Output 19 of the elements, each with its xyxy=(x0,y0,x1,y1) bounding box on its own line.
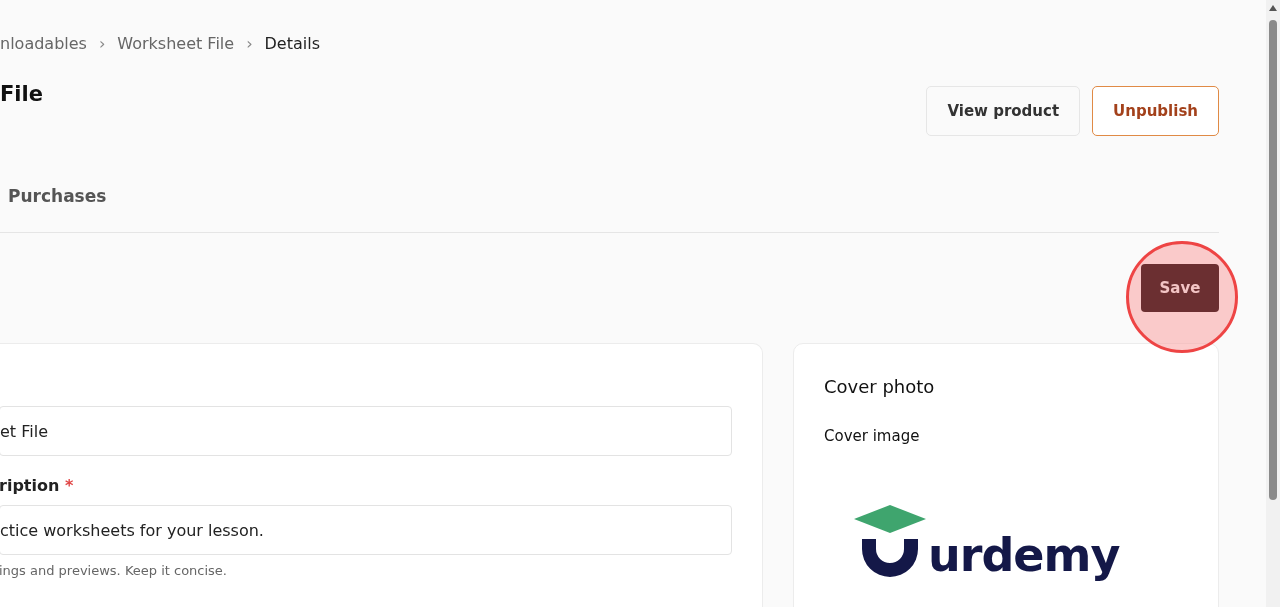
unpublish-button[interactable]: Unpublish xyxy=(1092,86,1219,136)
view-product-button[interactable]: View product xyxy=(926,86,1081,136)
breadcrumb-item[interactable]: nloadables xyxy=(0,33,87,53)
field-label: Cover image xyxy=(824,427,921,445)
card-title: Cover photo xyxy=(824,376,936,397)
input-field[interactable]: ctice worksheets for your lesson. xyxy=(0,505,732,555)
breadcrumb-item[interactable]: Worksheet File xyxy=(117,33,235,53)
save-button[interactable]: Save xyxy=(1141,264,1219,312)
field-hint: ings and previews. Keep it concise. xyxy=(0,563,228,578)
scroll-up-arrow-icon[interactable] xyxy=(1268,4,1278,12)
field-label: ription * xyxy=(0,476,75,495)
input-field[interactable]: et File xyxy=(0,406,732,456)
breadcrumb-separator: › xyxy=(246,33,253,53)
scrollbar[interactable] xyxy=(1266,0,1280,607)
page-title: File xyxy=(0,82,43,106)
graduation-cap-logo-icon xyxy=(854,505,926,577)
tab[interactable]: Purchases xyxy=(8,186,107,206)
breadcrumb-separator: › xyxy=(98,33,106,53)
breadcrumb-item: Details xyxy=(264,33,320,53)
